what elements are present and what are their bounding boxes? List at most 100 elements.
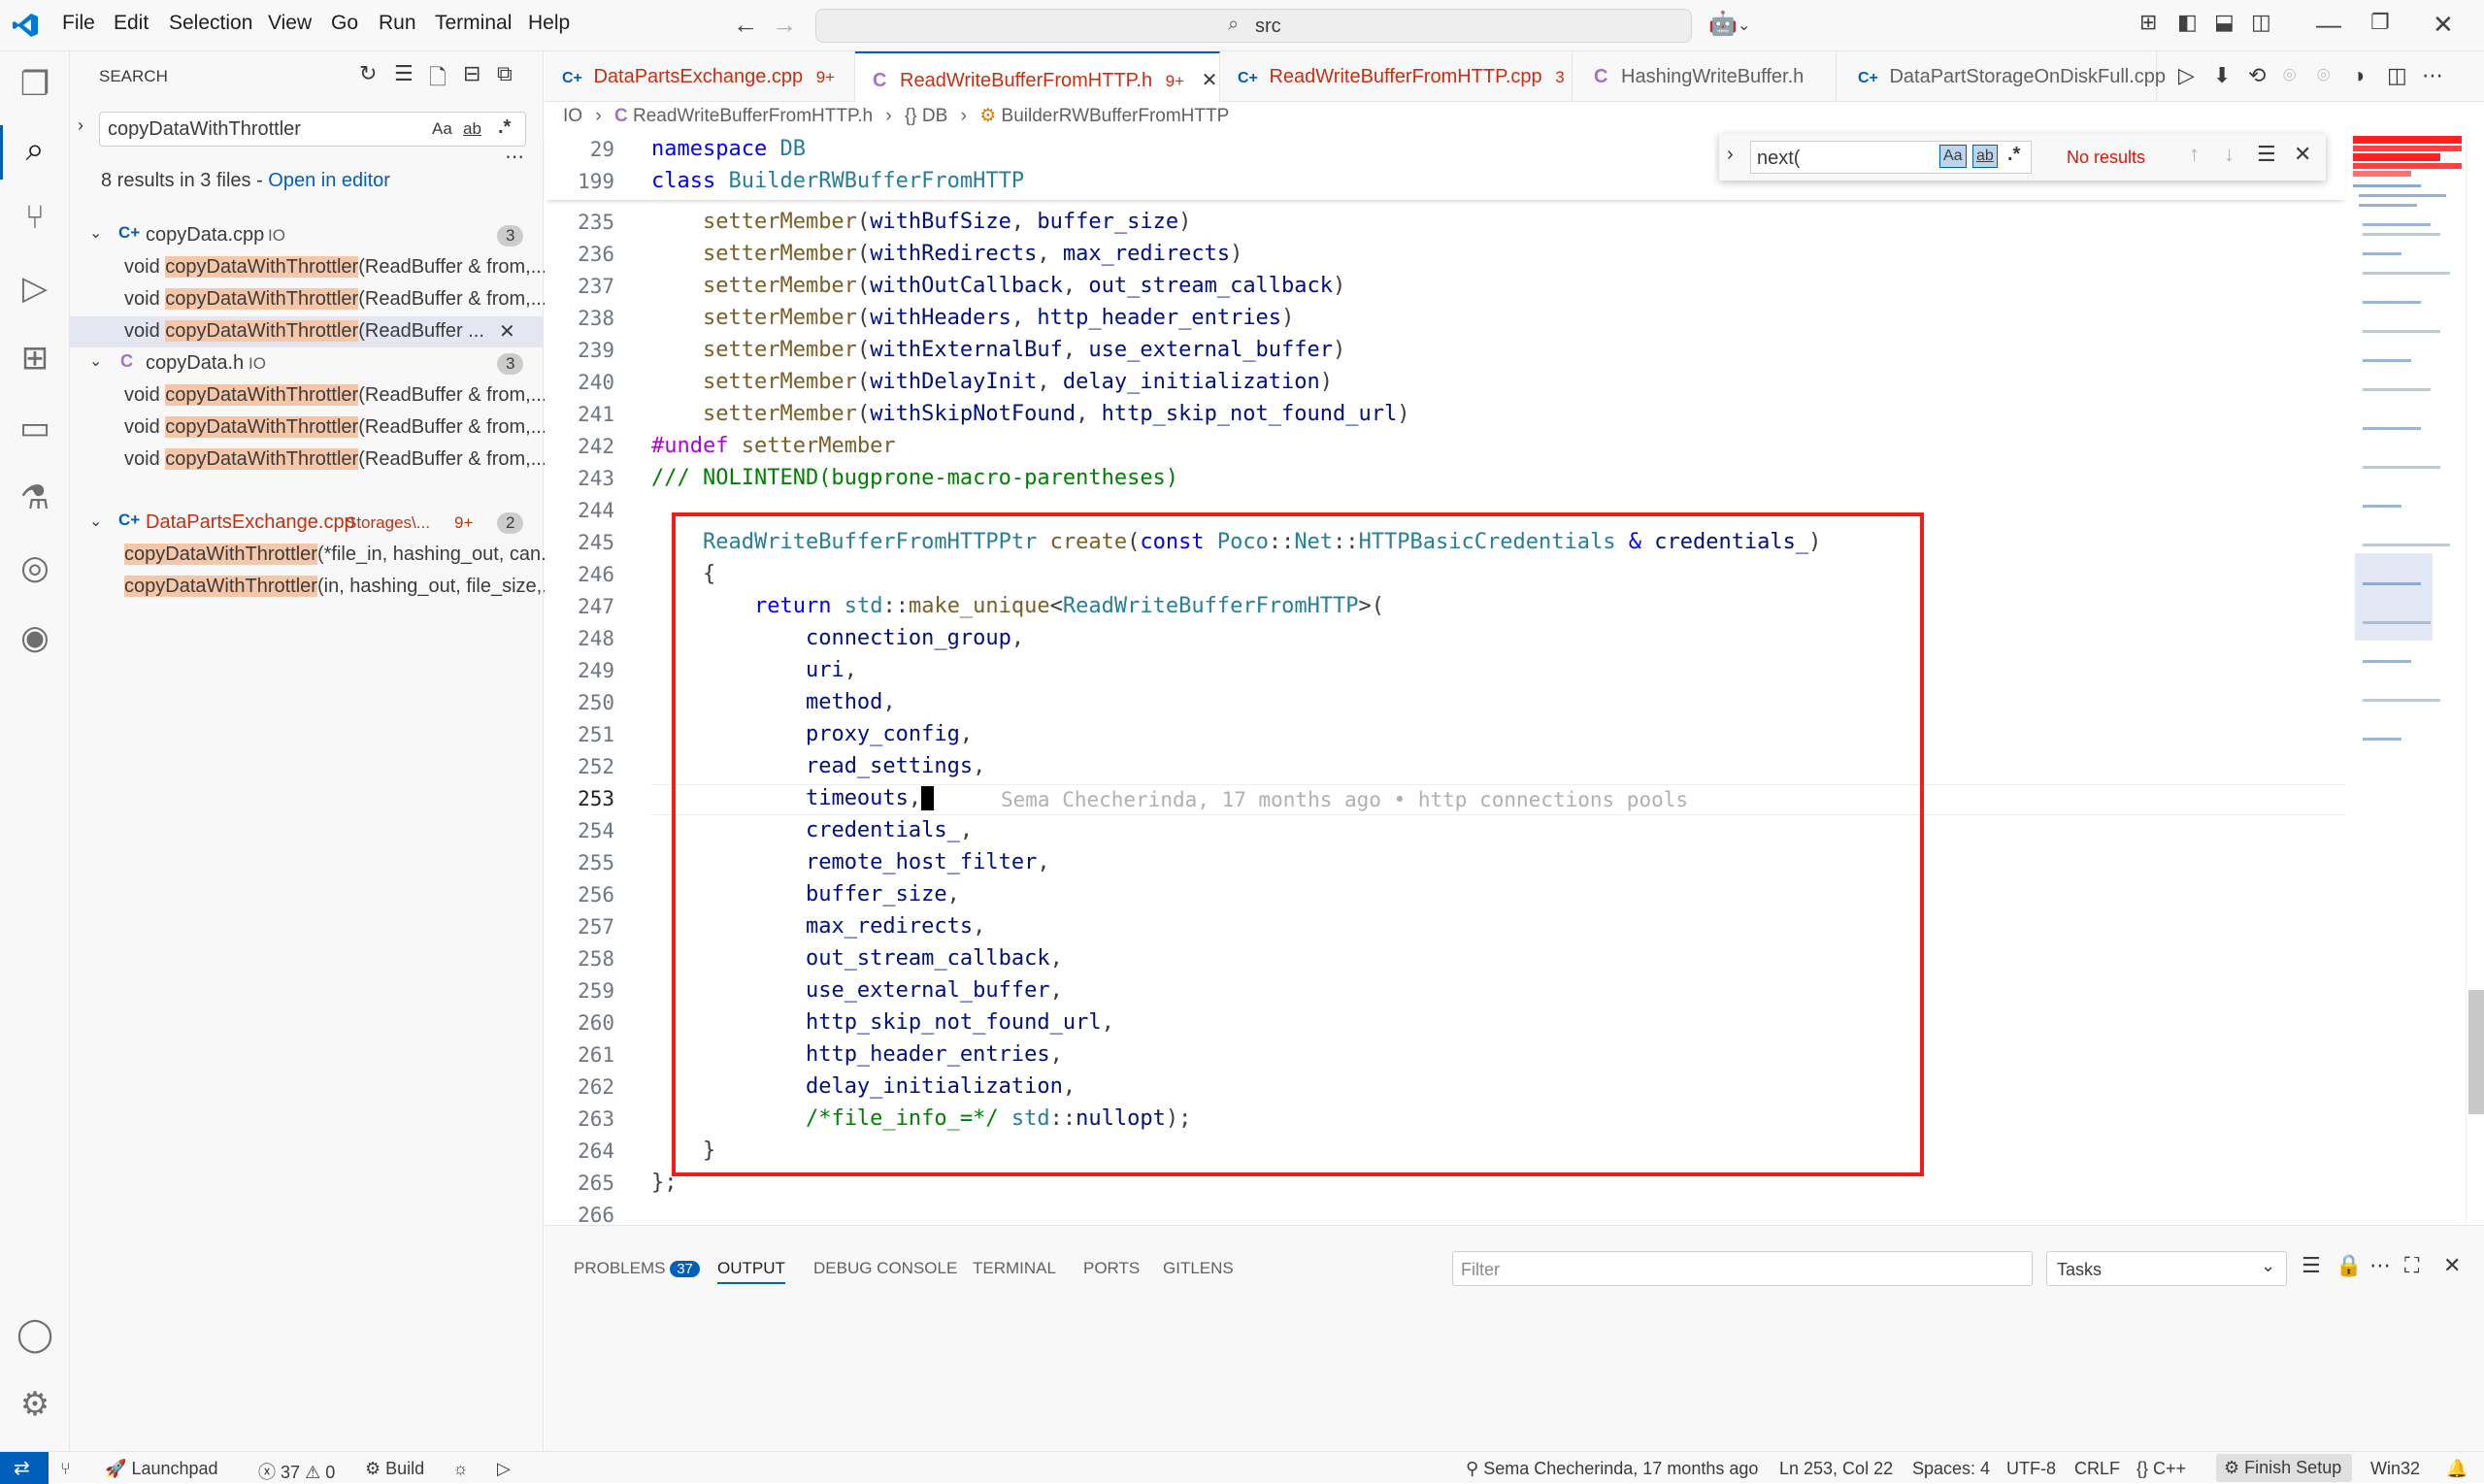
menu-file[interactable]: File xyxy=(62,12,95,35)
menu-view[interactable]: View xyxy=(268,12,312,35)
tab-debug-console[interactable]: DEBUG CONSOLE xyxy=(813,1259,957,1278)
tab-ports[interactable]: PORTS xyxy=(1083,1259,1140,1278)
list-item[interactable]: copyDataWithThrottler(in, hashing_out, f… xyxy=(70,576,558,609)
tab-output[interactable]: OUTPUT xyxy=(717,1259,785,1284)
output-channel-select[interactable]: Tasks ⌄ xyxy=(2046,1251,2287,1286)
menu-edit[interactable]: Edit xyxy=(114,12,149,35)
customize-layout-icon[interactable]: ⊞ xyxy=(2139,10,2157,35)
list-item[interactable]: void copyDataWithThrottler(ReadBuffer ..… xyxy=(70,316,543,347)
encoding[interactable]: UTF-8 xyxy=(2006,1459,2056,1479)
refresh-icon[interactable]: ↻ xyxy=(359,61,377,86)
list-item[interactable]: void copyDataWithThrottler(ReadBuffer & … xyxy=(70,252,546,283)
timeline-icon[interactable]: ◑ xyxy=(2352,63,2365,88)
extensions-icon[interactable]: ⊞ xyxy=(0,339,70,378)
next-change-icon[interactable]: ⌾ xyxy=(2317,63,2330,88)
build-item[interactable]: ⚙ Build xyxy=(365,1459,424,1479)
match-case-icon[interactable]: Aa xyxy=(1939,145,1967,168)
more-options-icon[interactable]: ⋯ xyxy=(505,145,524,169)
launchpad-item[interactable]: 🚀 Launchpad xyxy=(105,1459,218,1479)
filter-input[interactable]: Filter xyxy=(1452,1251,2033,1286)
accounts-icon[interactable]: ◯ xyxy=(0,1315,70,1354)
chevron-down-icon[interactable]: ⌄ xyxy=(1738,16,1750,35)
menu-terminal[interactable]: Terminal xyxy=(435,12,512,35)
list-item[interactable]: void copyDataWithThrottler(ReadBuffer & … xyxy=(70,445,546,476)
close-tab-icon[interactable]: ✕ xyxy=(1202,70,1218,91)
toggle-panel-icon[interactable]: ⬓ xyxy=(2214,10,2235,35)
tab-terminal[interactable]: TERMINAL xyxy=(973,1259,1056,1278)
remote-explorer-icon[interactable]: ▭ xyxy=(0,409,70,447)
gear-icon[interactable]: ⚙ xyxy=(0,1385,70,1424)
toggle-sidebar-icon[interactable]: ◧ xyxy=(2177,10,2198,35)
platform[interactable]: Win32 xyxy=(2370,1459,2420,1479)
result-file-copydata-h[interactable]: ⌄ C copyData.h IO 3 xyxy=(70,348,544,379)
explorer-icon[interactable]: ❐ xyxy=(0,65,70,104)
tab-datapartstorageondiskfull-cpp[interactable]: C+ DataPartStorageOnDiskFull.cpp xyxy=(1837,51,2166,102)
git-blame-item[interactable]: ⚲ Sema Checherinda, 17 months ago xyxy=(1466,1459,1758,1479)
split-editor-icon[interactable]: ◫ xyxy=(2387,63,2407,88)
debug-icon[interactable]: ☼ xyxy=(452,1459,469,1479)
command-center-search[interactable]: ⌕ src xyxy=(815,9,1692,43)
forward-arrow-icon[interactable]: → xyxy=(772,10,797,40)
toggle-replace-chevron-icon[interactable]: › xyxy=(1727,144,1734,166)
previous-change-icon[interactable]: ⌾ xyxy=(2283,63,2296,88)
tab-readwritebufferfromhttp-cpp[interactable]: C+ ReadWriteBufferFromHTTP.cpp 3 xyxy=(1220,51,1573,102)
build-icon[interactable]: ⬇ xyxy=(2213,63,2231,88)
breadcrumb-namespace[interactable]: {} DB xyxy=(905,106,947,126)
indentation[interactable]: Spaces: 4 xyxy=(1912,1459,1990,1479)
end-of-line[interactable]: CRLF xyxy=(2074,1459,2120,1479)
search-icon[interactable]: ⌕ xyxy=(0,131,70,169)
clear-output-icon[interactable]: ☰ xyxy=(2302,1253,2321,1278)
tab-hashingwritebuffer-h[interactable]: C HashingWriteBuffer.h xyxy=(1573,51,1837,102)
minimize-icon[interactable]: — xyxy=(2316,10,2341,40)
dismiss-result-close-icon[interactable]: ✕ xyxy=(499,319,515,344)
tab-datapartsexchange-cpp[interactable]: C+ DataPartsExchange.cpp 9+ xyxy=(545,51,855,102)
restore-icon[interactable]: ❐ xyxy=(2370,10,2390,35)
back-arrow-icon[interactable]: ← xyxy=(733,10,758,40)
toggle-replace-chevron-icon[interactable]: › xyxy=(78,115,83,136)
list-item[interactable]: void copyDataWithThrottler(ReadBuffer & … xyxy=(70,380,546,412)
match-word-icon[interactable]: ab xyxy=(1972,145,1998,168)
search-input[interactable]: copyDataWithThrottler Aa ab .* xyxy=(99,112,526,147)
open-changes-icon[interactable]: ⟲ xyxy=(2248,63,2266,88)
language-mode[interactable]: {} C++ xyxy=(2136,1459,2186,1479)
list-item[interactable]: void copyDataWithThrottler(ReadBuffer & … xyxy=(70,412,546,444)
scrollbar-thumb[interactable] xyxy=(2468,990,2484,1114)
close-panel-icon[interactable]: ✕ xyxy=(2443,1253,2461,1278)
close-window-icon[interactable]: ✕ xyxy=(2433,10,2454,40)
find-input[interactable]: next( Aa ab .* xyxy=(1750,141,2032,174)
tab-readwritebufferfromhttp-h[interactable]: C ReadWriteBufferFromHTTP.h 9+ ✕ xyxy=(855,51,1220,102)
list-item[interactable]: void copyDataWithThrottler(ReadBuffer & … xyxy=(70,284,546,315)
tab-gitlens[interactable]: GITLENS xyxy=(1163,1259,1234,1278)
regex-icon[interactable]: .* xyxy=(498,116,511,139)
finish-setup-button[interactable]: ⚙ Finish Setup xyxy=(2216,1454,2352,1482)
open-in-editor-link[interactable]: Open in editor xyxy=(268,170,390,191)
toggle-secondary-sidebar-icon[interactable]: ◫ xyxy=(2251,10,2271,35)
vertical-scrollbar[interactable] xyxy=(2466,136,2484,1225)
match-word-icon[interactable]: ab xyxy=(463,119,481,139)
result-file-datapartsexchange-cpp[interactable]: ⌄ C+ DataPartsExchange.cpp Storages\... … xyxy=(70,511,544,544)
tab-problems[interactable]: PROBLEMS 37 xyxy=(574,1259,700,1278)
view-as-tree-icon[interactable]: ⧉ xyxy=(497,61,513,86)
breadcrumb-file[interactable]: ReadWriteBufferFromHTTP.h xyxy=(633,106,873,126)
find-in-selection-icon[interactable]: ☰ xyxy=(2257,142,2276,167)
breadcrumb-class[interactable]: BuilderRWBufferFromHTTP xyxy=(1002,106,1230,126)
clear-results-icon[interactable]: ☰ xyxy=(394,61,414,86)
cursor-position[interactable]: Ln 253, Col 22 xyxy=(1779,1459,1893,1479)
minimap[interactable] xyxy=(2349,136,2466,1225)
source-control-icon[interactable]: ⑂ xyxy=(0,199,70,237)
more-actions-icon[interactable]: ⋯ xyxy=(2369,1253,2391,1278)
problems-indicator[interactable]: ⓧ 37 ⚠ 0 xyxy=(258,1459,335,1484)
run-debug-icon[interactable]: ▷ xyxy=(0,269,70,308)
gitlens-inspect-icon[interactable]: ◉ xyxy=(0,618,70,657)
menu-run[interactable]: Run xyxy=(379,12,416,35)
run-icon[interactable]: ▷ xyxy=(497,1459,511,1479)
maximize-panel-icon[interactable]: ⛶ xyxy=(2404,1253,2419,1278)
list-item[interactable]: copyDataWithThrottler(*file_in, hashing_… xyxy=(70,544,557,577)
new-search-editor-icon[interactable]: 🗋 xyxy=(429,61,447,98)
notifications-icon[interactable]: 🔔 xyxy=(2446,1459,2467,1479)
menu-help[interactable]: Help xyxy=(528,12,570,35)
match-case-icon[interactable]: Aa xyxy=(432,119,452,139)
lock-icon[interactable]: 🔒 xyxy=(2335,1253,2362,1278)
regex-icon[interactable]: .* xyxy=(2007,144,2020,166)
remote-indicator[interactable]: ⇄ xyxy=(0,1452,49,1484)
